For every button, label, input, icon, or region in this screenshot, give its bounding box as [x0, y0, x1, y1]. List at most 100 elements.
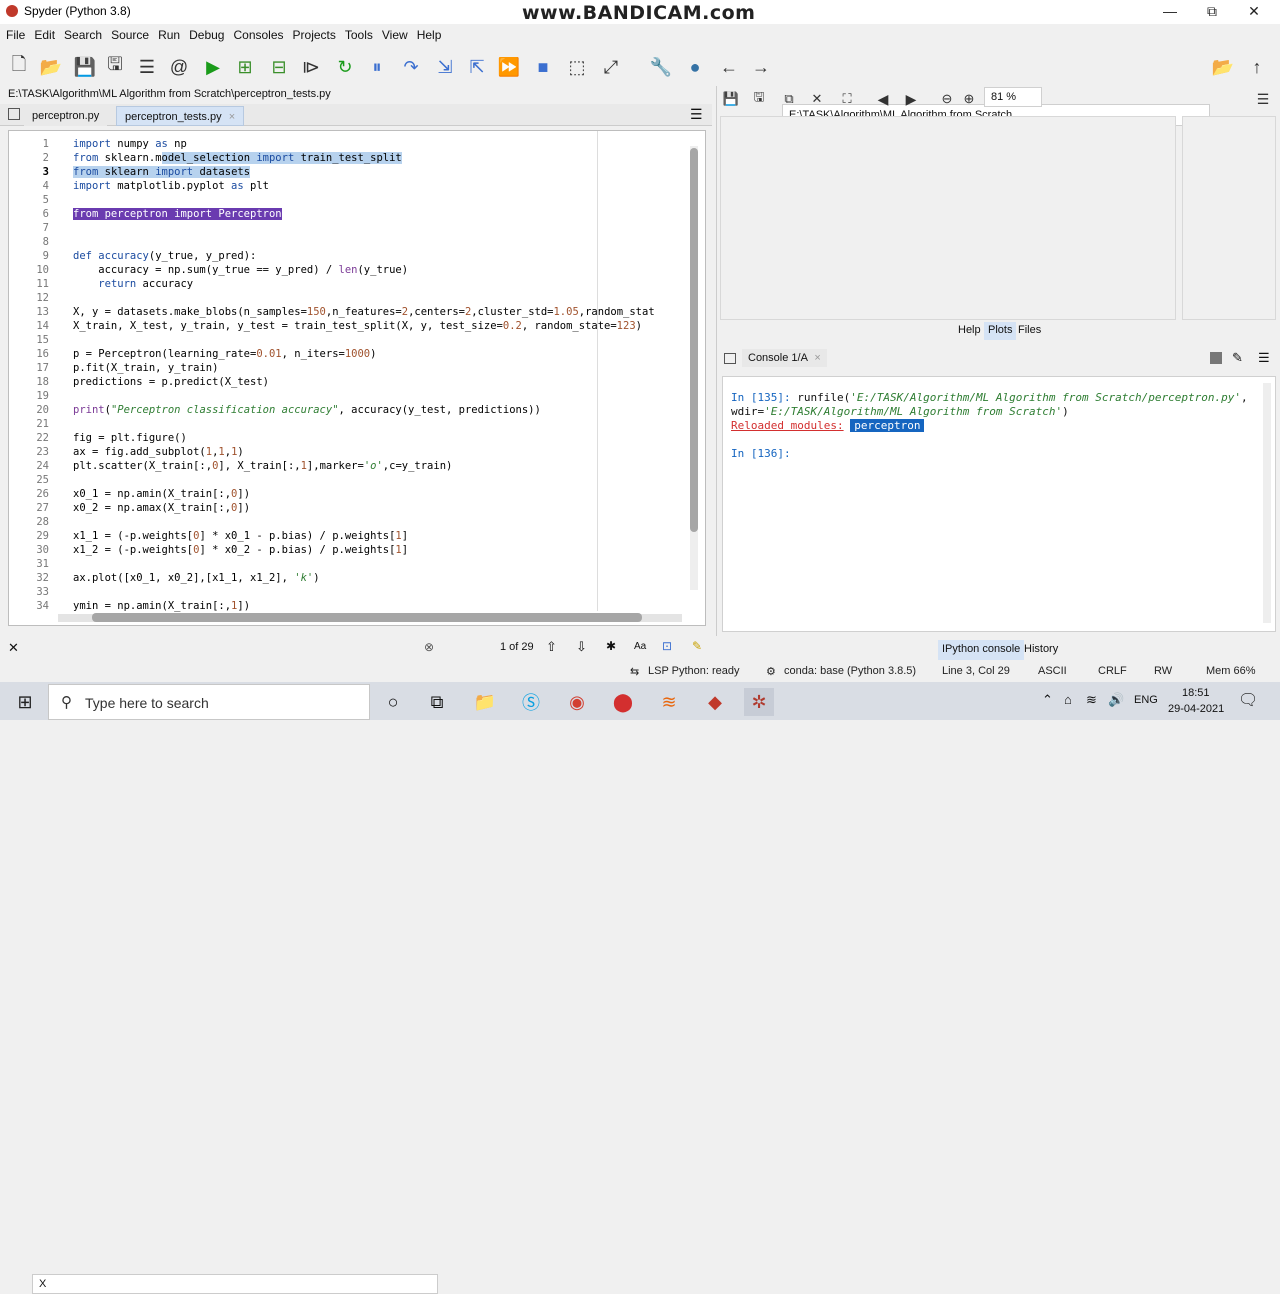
parent-directory-icon[interactable]: ↑ [1246, 56, 1268, 78]
show-hidden-icons[interactable]: ⌃ [1042, 692, 1053, 708]
save-icon[interactable]: 💾 [74, 56, 96, 78]
spyder-taskbar-icon[interactable]: ✲ [744, 688, 774, 716]
editor-vertical-scroll-thumb[interactable] [690, 148, 698, 532]
forward-icon[interactable]: → [750, 56, 772, 78]
clear-console-icon[interactable]: ✎ [1232, 350, 1243, 366]
zoom-level[interactable]: 81 % [984, 87, 1042, 107]
rerun-icon[interactable]: ↻ [334, 56, 356, 78]
fullscreen-icon[interactable]: ⤢ [600, 56, 622, 78]
browse-folder-icon[interactable]: 📂 [1212, 56, 1234, 78]
code-editor[interactable]: 1 2 3 4 5 6 7 8 9 10 11 12 13 14 15 16 17 18 19 20 21 22 23 24 2… [8, 130, 706, 626]
continue-icon[interactable]: ⏩ [498, 56, 520, 78]
case-sensitive-toggle[interactable]: Aa [634, 641, 646, 652]
previous-plot-icon[interactable]: ◀ [872, 88, 894, 110]
network-icon[interactable]: ⌂ [1064, 692, 1072, 707]
menu-edit[interactable]: Edit [28, 24, 58, 42]
sublime-icon[interactable]: ≋ [654, 688, 684, 716]
skype-icon[interactable]: Ⓢ [516, 688, 546, 716]
back-icon[interactable]: ← [718, 56, 740, 78]
menu-debug[interactable]: Debug [183, 24, 227, 42]
find-input[interactable]: X [32, 1274, 438, 1294]
maximize-pane-icon[interactable]: ⬚ [566, 56, 588, 78]
volume-icon[interactable]: 🔊 [1108, 692, 1124, 708]
open-file-icon[interactable]: 📂 [40, 56, 62, 78]
step-into-icon[interactable]: ⇲ [434, 56, 456, 78]
menu-tools[interactable]: Tools [339, 24, 376, 42]
file-explorer-icon[interactable]: 📁 [470, 688, 500, 716]
chrome-icon[interactable]: ◉ [562, 688, 592, 716]
highlight-icon[interactable]: ✎ [692, 639, 702, 653]
taskbar-search[interactable]: ⚲ Type here to search [48, 684, 370, 720]
remove-plot-icon[interactable]: ✕ [806, 88, 828, 110]
cortana-icon[interactable]: ○ [378, 688, 408, 716]
minimize-button[interactable]: — [1148, 0, 1192, 24]
notifications-icon[interactable]: 🗨 [1238, 690, 1258, 710]
clock-date[interactable]: 29-04-2021 [1168, 703, 1224, 715]
editor-horizontal-scroll-thumb[interactable] [92, 613, 642, 622]
menu-file[interactable]: File [0, 24, 28, 42]
tab-files[interactable]: Files [1014, 322, 1045, 340]
tab-plots[interactable]: Plots [984, 322, 1017, 340]
pane-divider[interactable] [716, 86, 717, 636]
task-view-icon[interactable]: ⧉ [422, 688, 452, 716]
run-selection-icon[interactable]: ⧐ [300, 56, 322, 78]
menu-source[interactable]: Source [105, 24, 152, 42]
save-all-icon[interactable]: 🖫 [104, 54, 126, 78]
tab-console-1a[interactable]: Console 1/A × [742, 349, 827, 367]
menu-search[interactable]: Search [58, 24, 105, 42]
step-icon[interactable]: ↷ [400, 56, 422, 78]
close-tab-icon[interactable]: × [229, 111, 235, 123]
menu-run[interactable]: Run [152, 24, 183, 42]
find-next-icon[interactable]: ⇩ [576, 639, 587, 655]
code-content[interactable]: import numpy as np from sklearn.model_se… [73, 137, 683, 613]
zoom-in-icon[interactable]: ⊕ [958, 88, 980, 110]
copy-plot-icon[interactable]: ⧉ [778, 88, 800, 110]
new-file-icon[interactable]: 🗋 [8, 54, 30, 78]
remove-all-plots-icon[interactable]: ⛶ [836, 88, 858, 110]
tab-perceptron[interactable]: perceptron.py [24, 106, 108, 126]
python-path-icon[interactable]: ● [684, 56, 706, 78]
regex-icon[interactable]: ✱ [606, 639, 616, 653]
find-previous-icon[interactable]: ⇧ [546, 639, 557, 655]
interrupt-kernel-icon[interactable] [1210, 352, 1222, 364]
plots-options-icon[interactable]: ☰ [1252, 88, 1274, 110]
ipython-console[interactable]: In [135]: runfile('E:/TASK/Algorithm/ML … [722, 376, 1276, 632]
save-plot-icon[interactable]: 💾 [720, 88, 742, 110]
debug-icon[interactable]: ⏸ [366, 56, 388, 78]
editor-options-icon[interactable]: ☰ [690, 106, 703, 123]
clock-time[interactable]: 18:51 [1182, 687, 1210, 699]
stop-icon[interactable]: ■ [532, 56, 554, 78]
menu-view[interactable]: View [376, 24, 411, 42]
menu-consoles[interactable]: Consoles [227, 24, 286, 42]
wifi-icon[interactable]: ≋ [1086, 692, 1097, 708]
list-icon[interactable]: ☰ [136, 56, 158, 78]
restore-button[interactable]: ⧉ [1190, 0, 1234, 24]
clear-find-icon[interactable]: ⊗ [424, 640, 434, 654]
run-cell-advance-icon[interactable]: ⊟ [268, 56, 290, 78]
tab-history[interactable]: History [1020, 640, 1062, 660]
at-icon[interactable]: @ [168, 56, 190, 78]
tab-ipython-console[interactable]: IPython console [938, 640, 1025, 660]
whole-word-icon[interactable]: ⊡ [662, 639, 672, 653]
preferences-icon[interactable]: 🔧 [650, 56, 672, 78]
anydesk-icon[interactable]: ◆ [700, 688, 730, 716]
step-return-icon[interactable]: ⇱ [466, 56, 488, 78]
plots-thumbnails[interactable] [1182, 116, 1276, 320]
run-cell-icon[interactable]: ⊞ [234, 56, 256, 78]
lsp-status[interactable]: LSP Python: ready [648, 665, 740, 677]
next-plot-icon[interactable]: ▶ [900, 88, 922, 110]
console-scrollbar[interactable] [1263, 383, 1271, 623]
tab-help[interactable]: Help [954, 322, 985, 340]
zoom-out-icon[interactable]: ⊖ [936, 88, 958, 110]
plots-area[interactable] [720, 116, 1176, 320]
tab-perceptron-tests[interactable]: perceptron_tests.py × [116, 106, 245, 126]
menu-projects[interactable]: Projects [287, 24, 339, 42]
close-find-icon[interactable]: ✕ [8, 640, 19, 656]
close-console-icon[interactable]: × [814, 352, 820, 364]
windows-start-icon[interactable]: ⊞ [10, 688, 40, 716]
menu-help[interactable]: Help [411, 24, 445, 42]
close-button[interactable]: ✕ [1232, 0, 1276, 24]
language-indicator[interactable]: ENG [1134, 694, 1158, 706]
save-all-plots-icon[interactable]: 🖫 [748, 88, 770, 110]
run-icon[interactable]: ▶ [202, 56, 224, 78]
